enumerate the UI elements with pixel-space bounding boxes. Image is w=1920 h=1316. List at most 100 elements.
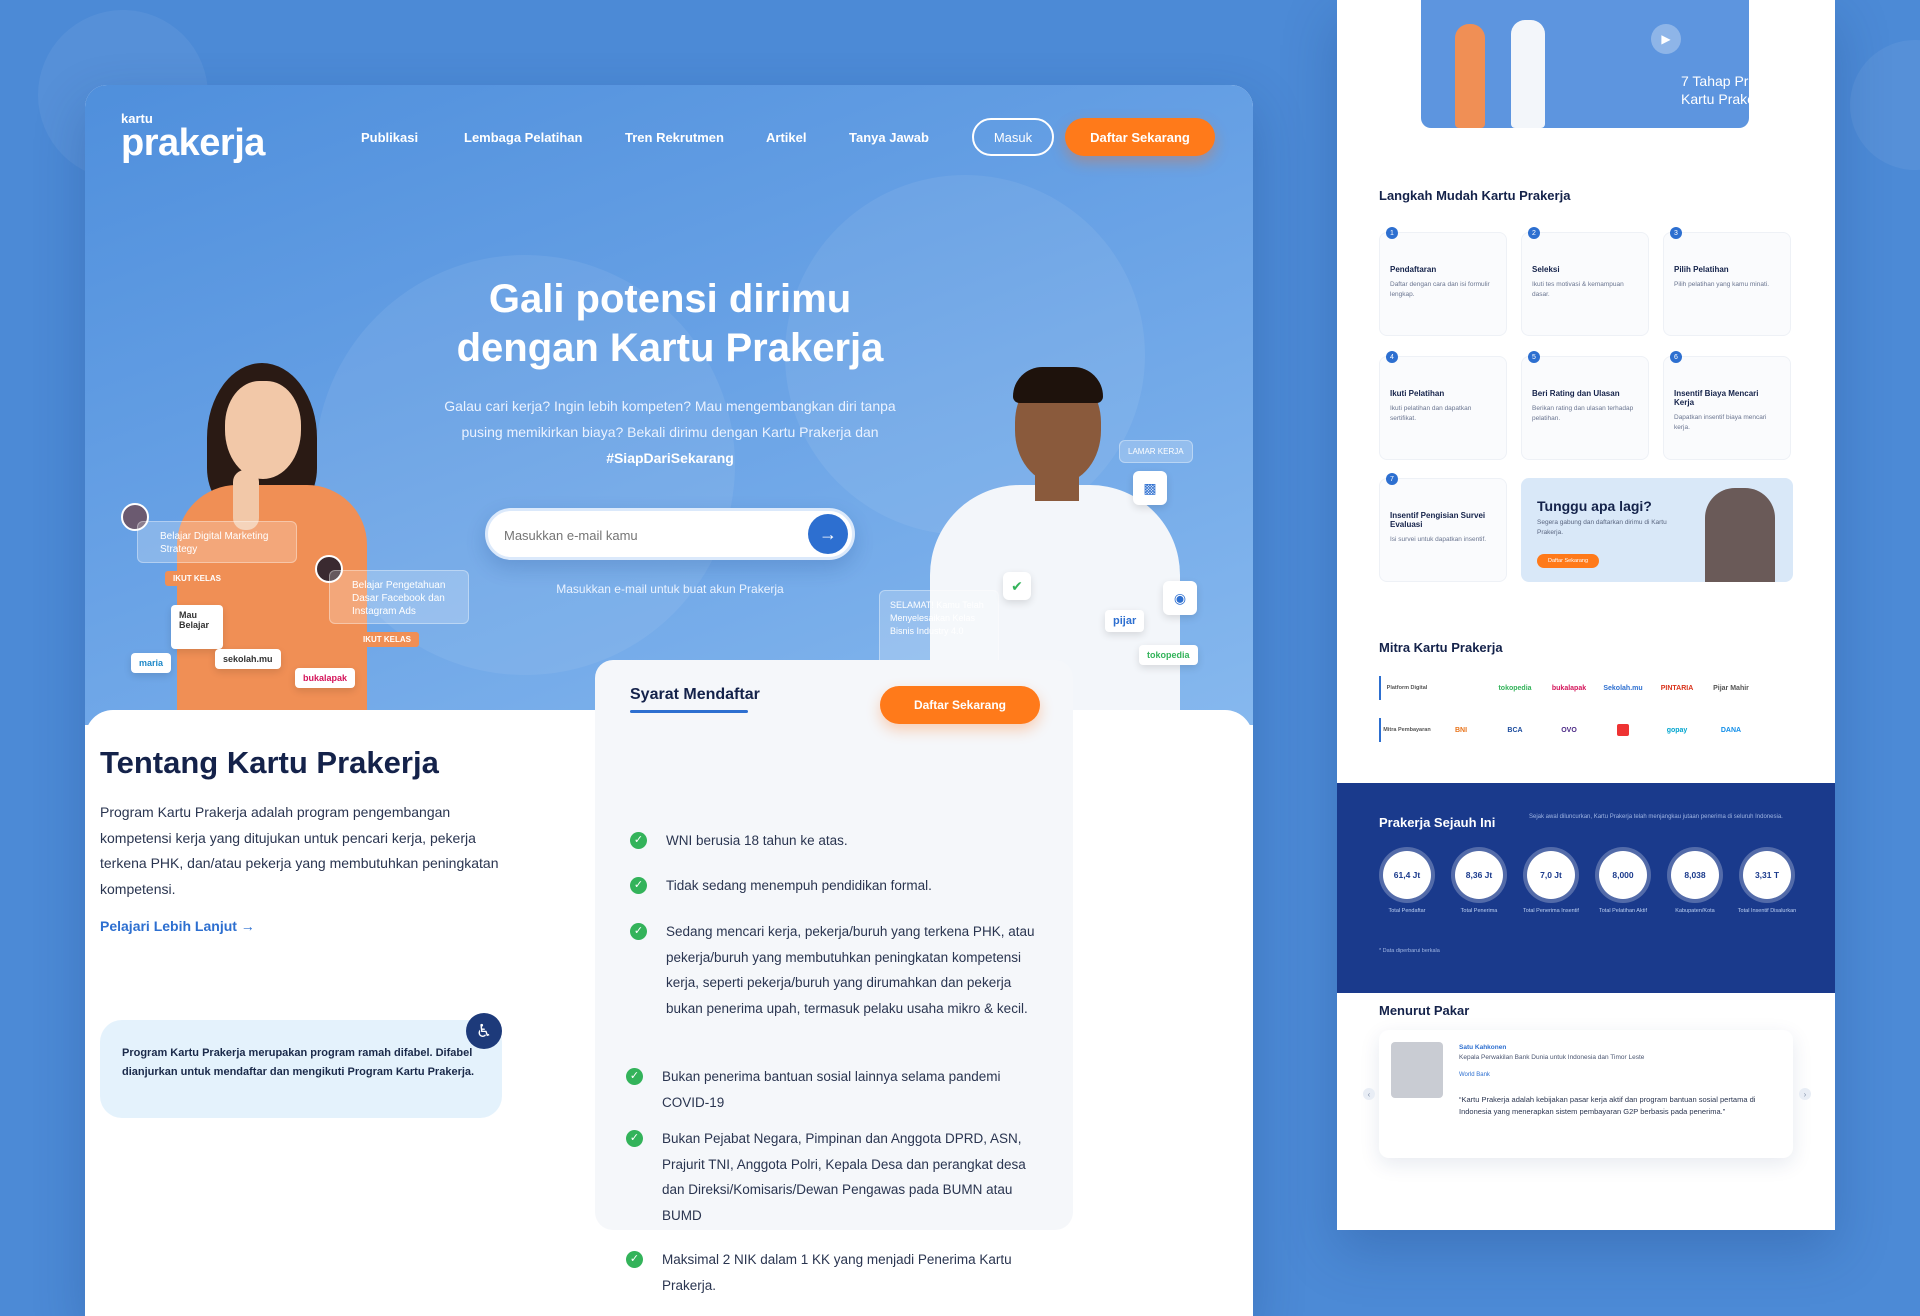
partner-logo-bni: BNI [1454, 726, 1468, 734]
requirement-text: Tidak sedang menempuh pendidikan formal. [666, 878, 932, 893]
register-button[interactable]: Daftar Sekarang [1065, 118, 1215, 156]
step-desc: Daftar dengan cara dan isi formulir leng… [1390, 281, 1490, 298]
step-title: Seleksi [1532, 265, 1560, 274]
background-shape [1850, 40, 1920, 170]
stat-value: 8,36 Jt [1455, 851, 1503, 899]
about-title: Tentang Kartu Prakerja [100, 745, 439, 780]
nav-link-lembaga-pelatihan[interactable]: Lembaga Pelatihan [464, 130, 582, 145]
hero-subtitle: Galau cari kerja? Ingin lebih kompeten? … [440, 393, 900, 471]
person-illustration [1511, 20, 1545, 128]
step-card: 3 Pilih Pelatihan Pilih pelatihan yang kam… [1663, 227, 1791, 336]
brand-logo-bukalapak: bukalapak [295, 668, 356, 688]
requirements-tab-underline [630, 710, 748, 713]
email-signup-box: → [485, 508, 855, 560]
stat-label: Kabupaten/Kota [1675, 908, 1715, 914]
arrow-right-icon[interactable]: → [808, 514, 848, 554]
expert-title: Menurut Pakar [1379, 1003, 1470, 1018]
step-number: 3 [1670, 227, 1682, 239]
requirement-item: ✓ Bukan Pejabat Negara, Pimpinan dan Angg… [626, 1126, 1036, 1228]
partner-logo-sekolahmu: Sekolah.mu [1603, 684, 1643, 692]
partner-logo-gopay: gopay [1666, 726, 1688, 734]
check-icon: ✓ [630, 832, 647, 849]
accessibility-note-text: Program Kartu Prakerja merupakan program… [122, 1047, 475, 1078]
hero-title: Gali potensi dirimu dengan Kartu Prakerj… [425, 275, 915, 373]
step-card: 1 Pendaftaran Daftar dengan cara dan isi f… [1379, 227, 1507, 336]
brand-logo-tokopedia: tokopedia [1139, 645, 1198, 665]
hero-subtitle-text: Galau cari kerja? Ingin lebih kompeten? … [444, 398, 896, 440]
wheelchair-icon: ♿ [466, 1013, 502, 1049]
logo-big-text: prakerja [121, 122, 265, 164]
requirement-item: ✓ Maksimal 2 NIK dalam 1 KK yang menjadi … [626, 1247, 1036, 1298]
cta-desc: Segera gabung dan daftarkan dirimu di Ka… [1537, 519, 1667, 536]
partner-logo [1437, 678, 1485, 698]
stat-value: 8,038 [1671, 851, 1719, 899]
expert-quote-card: Satu Kahkonen Kepala Perwakilan Bank Dun… [1379, 1030, 1793, 1158]
cta-card: Tunggu apa lagi? Segera gabung dan dafta… [1521, 478, 1793, 582]
requirements-title[interactable]: Syarat Mendaftar [630, 686, 760, 704]
step-title: Pendaftaran [1390, 265, 1437, 274]
brand-logo-sekolahmu: sekolah.mu [215, 649, 281, 669]
step-card: 7 Insentif Pengisian Survei Evaluasi Isi s… [1379, 473, 1507, 582]
prakerja-logo[interactable]: kartu prakerja [121, 112, 265, 164]
step-card: 6 Insentif Biaya Mencari Kerja Dapatkan in… [1663, 351, 1791, 460]
email-input[interactable] [504, 523, 794, 547]
accessibility-note: Program Kartu Prakerja merupakan program… [100, 1020, 502, 1118]
video-card[interactable]: ▶ 7 Tahap Program Kartu Prakerja [1421, 0, 1788, 128]
nav-link-tren-rekrutmen[interactable]: Tren Rekrutmen [625, 130, 724, 145]
stat-value: 8,000 [1599, 851, 1647, 899]
carousel-prev-icon[interactable]: ‹ [1363, 1088, 1375, 1100]
partner-category-label: Platform Digital [1386, 685, 1428, 691]
partner-logo-bukalapak: bukalapak [1551, 684, 1587, 692]
person-photo [1705, 488, 1775, 582]
step-card: 2 Seleksi Ikuti tes motivasi & kemampuan d… [1521, 227, 1649, 336]
stat-label: Total Penerima [1460, 908, 1498, 914]
partner-logo-square-icon [1617, 724, 1629, 736]
expert-photo [1391, 1042, 1443, 1098]
partner-logo [1599, 720, 1647, 740]
requirements-register-button[interactable]: Daftar Sekarang [880, 686, 1040, 724]
stat-value: 7,0 Jt [1527, 851, 1575, 899]
hero-title-line1: Gali potensi dirimu [488, 277, 852, 321]
steps-title: Langkah Mudah Kartu Prakerja [1379, 188, 1571, 203]
cta-register-button[interactable]: Daftar Sekarang [1537, 554, 1599, 568]
partner-logo-ovo: OVO [1561, 726, 1577, 734]
step-number: 5 [1528, 351, 1540, 363]
partners-title: Mitra Kartu Prakerja [1379, 640, 1503, 655]
login-button[interactable]: Masuk [972, 118, 1054, 156]
brand-logo-maria: maria [131, 653, 172, 673]
nav-link-artikel[interactable]: Artikel [766, 130, 806, 145]
step-title: Beri Rating dan Ulasan [1532, 389, 1620, 398]
carousel-next-icon[interactable]: › [1799, 1088, 1811, 1100]
expert-quote: “Kartu Prakerja adalah kebijakan pasar k… [1459, 1095, 1756, 1116]
hero-title-line2: dengan Kartu Prakerja [456, 326, 884, 370]
stat-value: 3,31 T [1743, 851, 1791, 899]
document-icon: ▩ [1133, 471, 1167, 505]
requirement-text: Bukan penerima bantuan sosial lainnya se… [662, 1069, 1001, 1110]
step-number: 7 [1386, 473, 1398, 485]
step-title: Pilih Pelatihan [1674, 265, 1729, 274]
course-card-title: Belajar Digital Marketing Strategy [160, 531, 269, 555]
stat-label: Total Pelatihan Aktif [1598, 908, 1647, 914]
mau-belajar-card: Mau Belajar [171, 605, 223, 649]
stat-label: Total Insentif Disalurkan [1737, 908, 1797, 914]
stats-section: Prakerja Sejauh Ini Sejak awal diluncurk… [1337, 783, 1835, 993]
person-illustration [1455, 24, 1485, 128]
stats-desc: Sejak awal diluncurkan, Kartu Prakerja t… [1529, 814, 1783, 820]
nav-link-publikasi[interactable]: Publikasi [361, 130, 418, 145]
check-icon: ✓ [626, 1068, 643, 1085]
nav-link-tanya-jawab[interactable]: Tanya Jawab [849, 130, 929, 145]
step-number: 4 [1386, 351, 1398, 363]
step-desc: Berikan rating dan ulasan terhadap pelat… [1532, 405, 1634, 422]
stats-footnote: * Data diperbarui berkala [1379, 948, 1440, 954]
partner-category-label: Mitra Pembayaran [1383, 727, 1431, 733]
brand-logo-pijar: pijar [1105, 610, 1145, 632]
course-card-title: Belajar Pengetahuan Dasar Facebook dan I… [352, 580, 446, 617]
step-title: Insentif Biaya Mencari Kerja [1674, 389, 1759, 407]
partner-logo-tokopedia: tokopedia [1498, 684, 1532, 692]
stats-title: Prakerja Sejauh Ini [1379, 815, 1496, 830]
hero-hashtag: #SiapDariSekarang [606, 450, 734, 466]
learn-more-link[interactable]: Pelajari Lebih Lanjut → [100, 918, 255, 934]
play-icon[interactable]: ▶ [1651, 24, 1681, 54]
expert-role: Kepala Perwakilan Bank Dunia untuk Indon… [1459, 1054, 1645, 1061]
step-desc: Ikuti pelatihan dan dapatkan sertifikat. [1390, 405, 1472, 422]
